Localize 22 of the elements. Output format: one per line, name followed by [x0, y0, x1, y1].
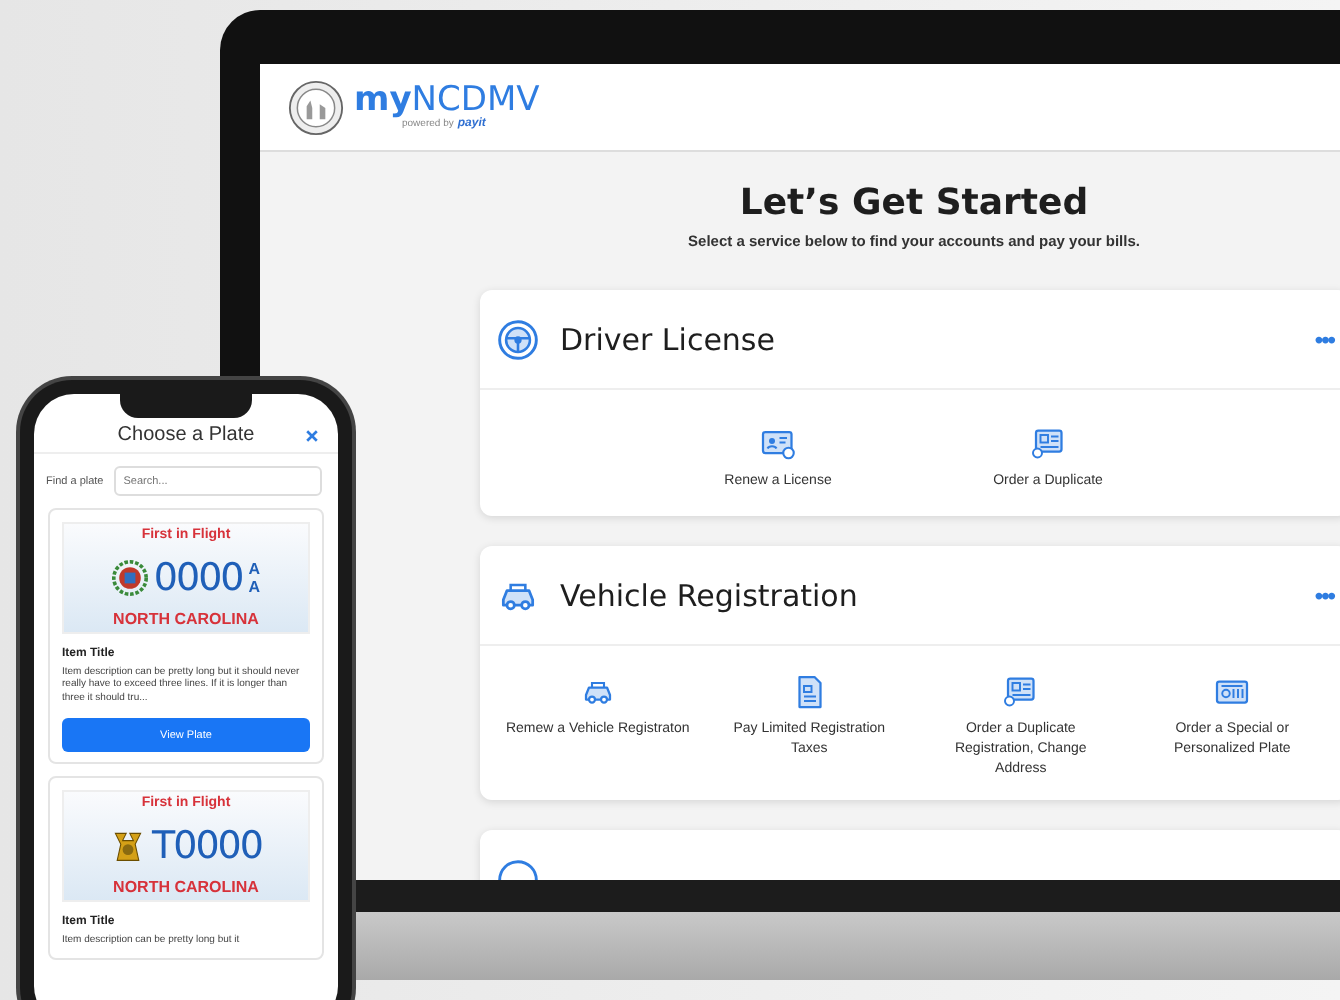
plate-number: T0000 — [152, 823, 262, 868]
plate-letter: A — [248, 577, 261, 595]
id-card-icon — [760, 426, 796, 462]
section-title: Vehicle Registration — [560, 577, 860, 613]
plate-letter: A — [248, 559, 261, 577]
license-plate-icon — [1214, 674, 1251, 710]
id-card-icon — [1002, 674, 1039, 710]
plate-state: NORTH CAROLINA — [113, 610, 259, 628]
id-card-icon — [1030, 426, 1066, 462]
brand-logo: myNCDMV — [354, 84, 540, 118]
more-button[interactable]: ••• — [1314, 581, 1334, 609]
plate-number: 0000 — [153, 555, 243, 599]
close-icon[interactable] — [306, 430, 318, 442]
section-title: Driver License — [560, 321, 777, 357]
modal-title: Choose a Plate — [117, 424, 255, 446]
more-button[interactable]: ••• — [1314, 325, 1334, 353]
steering-wheel-icon — [496, 317, 540, 361]
phone-notch — [120, 392, 252, 418]
page-title: Let’s Get Started — [739, 182, 1089, 224]
seal-icon — [288, 79, 344, 135]
wreath-emblem-icon — [111, 559, 148, 595]
plate-state: NORTH CAROLINA — [113, 878, 259, 897]
